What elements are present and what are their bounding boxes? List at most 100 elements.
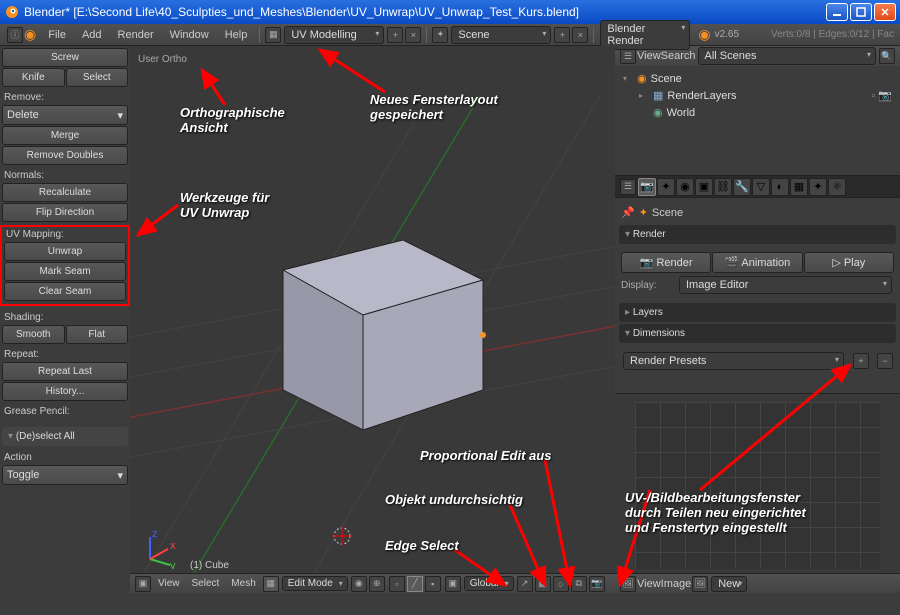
constraint-tab-icon[interactable]: ⛓ [714, 178, 732, 196]
flip-direction-button[interactable]: Flip Direction [2, 203, 128, 222]
animation-button[interactable]: 🎬Animation [712, 252, 802, 273]
limit-selection-icon[interactable]: ▣ [445, 576, 461, 592]
outliner-tree[interactable]: ▾◉Scene ▸▦RenderLayers▫ 📷 ◉World [615, 66, 900, 175]
outliner-view[interactable]: View [637, 50, 661, 62]
play-button[interactable]: ▷Play [804, 252, 894, 273]
manipulator-icon[interactable]: ↗ [517, 576, 533, 592]
cube-mesh[interactable] [243, 190, 503, 450]
material-tab-icon[interactable]: ◐ [771, 178, 789, 196]
vp-menu-select[interactable]: Select [186, 578, 226, 589]
bc-scene-label[interactable]: Scene [652, 207, 683, 219]
knife-button[interactable]: Knife [2, 68, 65, 87]
pin-icon[interactable]: 📌 [621, 206, 635, 219]
outliner-filter[interactable]: All Scenes [698, 47, 876, 65]
preset-remove-button[interactable]: − [877, 353, 893, 369]
render-preview-icon[interactable]: 📷 [589, 576, 605, 592]
menu-help[interactable]: Help [217, 29, 256, 41]
snap-icon[interactable]: ⧉ [571, 576, 587, 592]
outliner-item-renderlayers[interactable]: ▸▦RenderLayers▫ 📷 [623, 87, 892, 104]
select-button[interactable]: Select [66, 68, 129, 87]
particles-tab-icon[interactable]: ✦ [809, 178, 827, 196]
face-select-icon[interactable]: ▪ [425, 576, 441, 592]
repeat-last-button[interactable]: Repeat Last [2, 362, 128, 381]
repeat-label: Repeat: [2, 345, 128, 362]
render-button[interactable]: 📷Render [621, 252, 711, 273]
axis-widget: z y x [140, 529, 180, 569]
vp-menu-view[interactable]: View [152, 578, 186, 589]
merge-button[interactable]: Merge [2, 126, 128, 145]
layout-add-button[interactable]: + [387, 27, 403, 43]
proportional-icon[interactable]: ○ [553, 576, 569, 592]
mark-seam-button[interactable]: Mark Seam [4, 262, 126, 281]
mode-dropdown[interactable]: Edit Mode [282, 576, 348, 591]
edge-select-icon[interactable]: ╱ [407, 576, 423, 592]
pivot-icon[interactable]: ⊕ [369, 576, 385, 592]
layers-panel-header[interactable]: Layers [619, 303, 896, 322]
smooth-button[interactable]: Smooth [2, 325, 65, 344]
scene-icon[interactable]: ✦ [432, 27, 448, 43]
outliner-search-icon[interactable]: 🔍 [879, 48, 895, 64]
menu-render[interactable]: Render [110, 29, 162, 41]
uv-grid[interactable] [635, 402, 880, 569]
close-button[interactable] [874, 3, 896, 21]
outliner-search[interactable]: Search [661, 50, 696, 62]
flat-button[interactable]: Flat [66, 325, 129, 344]
recalculate-button[interactable]: Recalculate [2, 183, 128, 202]
editor-type-icon[interactable]: ⓘ [7, 27, 23, 43]
vp-editor-type-icon[interactable]: ▣ [135, 576, 151, 592]
remove-doubles-button[interactable]: Remove Doubles [2, 146, 128, 165]
uv-menu-image[interactable]: Image [661, 578, 692, 590]
layout-del-button[interactable]: × [405, 27, 421, 43]
action-dropdown[interactable]: Toggle▾ [2, 465, 128, 485]
render-panel-header[interactable]: Render [619, 225, 896, 244]
menu-window[interactable]: Window [162, 29, 217, 41]
preset-add-button[interactable]: + [853, 353, 869, 369]
world-tab-icon[interactable]: ◉ [676, 178, 694, 196]
render-presets-dropdown[interactable]: Render Presets [623, 352, 844, 370]
render-tab-icon[interactable]: 📷 [638, 178, 656, 196]
layout-dropdown[interactable]: UV Modelling [284, 26, 384, 44]
vertex-select-icon[interactable]: ▫ [389, 576, 405, 592]
physics-tab-icon[interactable]: ⚛ [828, 178, 846, 196]
outliner-type-icon[interactable]: ☰ [620, 48, 636, 64]
dimensions-panel-header[interactable]: Dimensions [619, 324, 896, 343]
scene-tab-icon[interactable]: ✦ [657, 178, 675, 196]
uv-image-editor[interactable]: 🖼 View Image 🖼 New [615, 393, 900, 593]
menu-add[interactable]: Add [74, 29, 110, 41]
mode-icon[interactable]: ▦ [263, 576, 279, 592]
history-button[interactable]: History... [2, 382, 128, 401]
layers-icon[interactable]: ▦ [535, 576, 551, 592]
modifier-tab-icon[interactable]: 🔧 [733, 178, 751, 196]
unwrap-button[interactable]: Unwrap [4, 242, 126, 261]
screen-layout-icon[interactable]: ▦ [265, 27, 281, 43]
svg-text:x: x [170, 540, 176, 552]
orientation-dropdown[interactable]: Global [464, 576, 514, 591]
uv-editor-type-icon[interactable]: 🖼 [620, 576, 636, 592]
scene-del-button[interactable]: × [572, 27, 588, 43]
svg-text:y: y [170, 560, 176, 569]
scene-dropdown[interactable]: Scene [451, 26, 551, 44]
engine-dropdown[interactable]: Blender Render [600, 20, 690, 50]
data-tab-icon[interactable]: ▽ [752, 178, 770, 196]
display-dropdown[interactable]: Image Editor [679, 276, 892, 294]
screw-button[interactable]: Screw [2, 48, 128, 67]
texture-tab-icon[interactable]: ▦ [790, 178, 808, 196]
3d-viewport[interactable]: User Ortho z [130, 46, 615, 593]
uv-image-browse-icon[interactable]: 🖼 [692, 576, 708, 592]
object-tab-icon[interactable]: ▣ [695, 178, 713, 196]
shading-sphere-icon[interactable]: ◉ [351, 576, 367, 592]
uv-menu-view[interactable]: View [637, 578, 661, 590]
outliner-item-scene[interactable]: ▾◉Scene [623, 70, 892, 87]
clear-seam-button[interactable]: Clear Seam [4, 282, 126, 301]
props-editor-type-icon[interactable]: ☰ [620, 179, 636, 195]
vp-menu-mesh[interactable]: Mesh [225, 578, 261, 589]
delete-dropdown[interactable]: Delete▾ [2, 105, 128, 125]
window-title: Blender* [E:\Second Life\40_Sculpties_un… [24, 5, 826, 19]
minimize-button[interactable] [826, 3, 848, 21]
outliner-item-world[interactable]: ◉World [623, 104, 892, 121]
uv-new-button[interactable]: New [711, 576, 747, 592]
scene-add-button[interactable]: + [554, 27, 570, 43]
maximize-button[interactable] [850, 3, 872, 21]
operator-panel-header[interactable]: (De)select All [2, 427, 128, 446]
menu-file[interactable]: File [40, 29, 74, 41]
